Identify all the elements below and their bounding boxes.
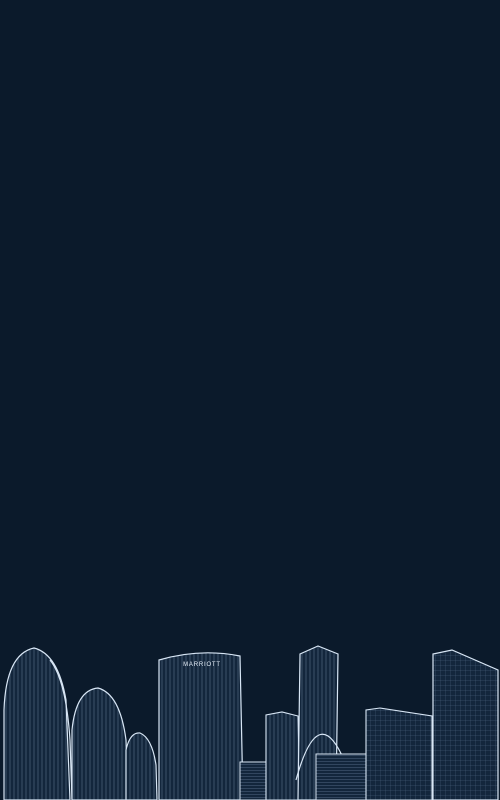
city-skyline-illustration: MARRIOTT: [0, 640, 500, 800]
marriott-sign: MARRIOTT: [183, 662, 221, 668]
curved-tower-small: [125, 732, 158, 800]
splash-screen: MARRIOTT: [0, 0, 500, 800]
marriott-tower: MARRIOTT: [158, 652, 244, 800]
skyline-svg: MARRIOTT: [3, 645, 499, 800]
low-building-2: [315, 753, 367, 800]
curved-tower-large: [3, 647, 73, 800]
curved-tower-medium: [71, 687, 129, 800]
low-building-1: [239, 761, 267, 800]
tall-glass-tower: [432, 649, 499, 800]
glass-block-tower: [365, 707, 433, 800]
mid-tower-stepped: [265, 711, 301, 800]
